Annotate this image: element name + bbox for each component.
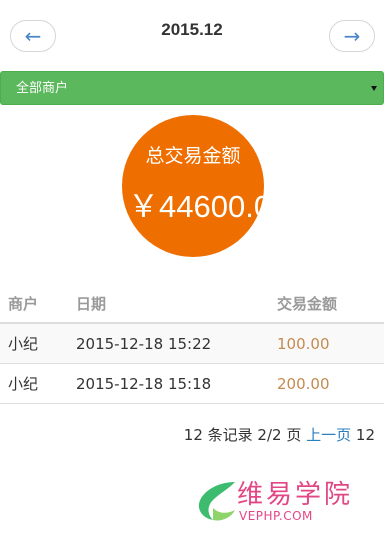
- watermark-url: VEPHP.COM: [239, 509, 313, 523]
- transactions-table: 商户 日期 交易金额 小纪 2015-12-18 15:22 100.00 小纪…: [0, 282, 384, 404]
- arrow-right-icon: →: [343, 24, 361, 48]
- next-month-button[interactable]: →: [329, 20, 375, 52]
- table-row: 小纪 2015-12-18 15:22 100.00: [0, 324, 384, 364]
- column-header-amount: 交易金额: [277, 295, 338, 313]
- row-date: 2015-12-18 15:22: [76, 335, 212, 353]
- total-amount-label: 总交易金额: [145, 145, 241, 167]
- row-amount: 100.00: [277, 335, 330, 353]
- watermark-logo: 维易学院 VEPHP.COM: [195, 476, 370, 526]
- pagination: 12 条记录 2/2 页 上一页 12: [184, 425, 375, 445]
- row-merchant: 小纪: [8, 375, 39, 393]
- total-amount-badge: 总交易金额 ￥44600.0: [122, 115, 264, 257]
- total-amount-value: ￥44600.0: [128, 189, 264, 224]
- row-merchant: 小纪: [8, 335, 39, 353]
- table-row: 小纪 2015-12-18 15:18 200.00: [0, 364, 384, 404]
- caret-down-icon: [371, 86, 377, 91]
- pagination-summary: 12 条记录 2/2 页: [183, 426, 302, 444]
- column-header-merchant: 商户: [8, 295, 39, 313]
- merchant-select[interactable]: 全部商户: [0, 71, 384, 105]
- month-header: ← 2015.12 →: [0, 0, 384, 70]
- watermark-name: 维易学院: [237, 480, 354, 510]
- month-title: 2015.12: [161, 20, 223, 39]
- page-link[interactable]: 12: [356, 426, 375, 444]
- column-header-date: 日期: [76, 295, 107, 313]
- transaction-report-page: ← 2015.12 → 全部商户 总交易金额 ￥44600.0 商户 日期 交易…: [0, 0, 384, 535]
- table-header-row: 商户 日期 交易金额: [0, 282, 384, 324]
- leaf-logo-icon: [198, 482, 235, 521]
- row-date: 2015-12-18 15:18: [76, 375, 212, 393]
- merchant-select-value: 全部商户: [16, 81, 69, 96]
- row-amount: 200.00: [277, 375, 330, 393]
- prev-page-link[interactable]: 上一页: [306, 426, 351, 444]
